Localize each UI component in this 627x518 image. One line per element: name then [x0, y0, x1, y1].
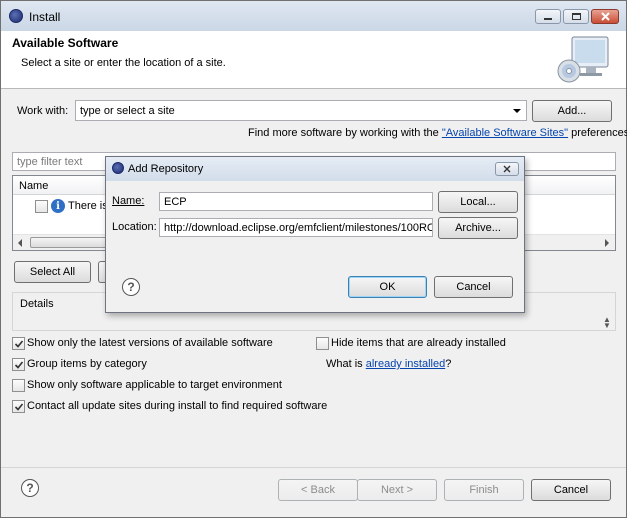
- eclipse-icon: [112, 162, 124, 174]
- name-label-text: Name:: [112, 195, 145, 207]
- dialog-close-button[interactable]: [495, 162, 519, 176]
- window-title: Install: [29, 10, 61, 24]
- close-icon: [503, 165, 511, 173]
- select-all-button[interactable]: Select All: [14, 261, 91, 283]
- option-latest-label: Show only the latest versions of availab…: [27, 337, 273, 349]
- location-label: Location:: [112, 221, 157, 233]
- find-more-text: Find more software by working with the "…: [248, 127, 627, 139]
- checkmark-icon: [14, 402, 23, 411]
- install-window: Install Available Software Select a site…: [0, 0, 627, 518]
- minimize-icon: [544, 18, 552, 20]
- banner: Available Software Select a site or ente…: [1, 31, 626, 89]
- option-group-label: Group items by category: [27, 358, 147, 370]
- footer-separator: [1, 467, 626, 468]
- cancel-button[interactable]: Cancel: [531, 479, 611, 501]
- what-is-prefix: What is: [326, 358, 366, 370]
- option-target-env-label: Show only software applicable to target …: [27, 379, 282, 391]
- eclipse-icon: [9, 9, 23, 23]
- hide-installed-checkbox[interactable]: [316, 337, 329, 350]
- name-input[interactable]: ECP: [159, 192, 433, 211]
- dialog-title-bar[interactable]: Add Repository: [106, 157, 524, 181]
- title-bar[interactable]: Install: [1, 1, 626, 31]
- chevron-down-icon: [513, 109, 521, 113]
- checkmark-icon: [14, 360, 23, 369]
- dialog-title: Add Repository: [128, 163, 204, 175]
- location-input[interactable]: http://download.eclipse.org/emfclient/mi…: [159, 218, 433, 237]
- option-latest-checkbox[interactable]: [12, 337, 25, 350]
- scroll-right-icon[interactable]: [605, 239, 609, 247]
- close-icon: [600, 12, 610, 21]
- option-group-checkbox[interactable]: [12, 358, 25, 371]
- close-button[interactable]: [591, 9, 619, 24]
- row-checkbox[interactable]: [35, 200, 48, 213]
- option-contact-sites-label: Contact all update sites during install …: [27, 400, 328, 412]
- local-button[interactable]: Local...: [438, 191, 518, 213]
- dialog-cancel-button[interactable]: Cancel: [434, 276, 513, 298]
- table-row-text: There is: [68, 200, 108, 212]
- page-subtitle: Select a site or enter the location of a…: [21, 57, 226, 69]
- minimize-button[interactable]: [535, 9, 561, 24]
- what-is-installed-text: What is already installed?: [326, 358, 451, 370]
- what-is-suffix: ?: [445, 358, 452, 370]
- finish-button[interactable]: Finish: [444, 479, 524, 501]
- add-site-button[interactable]: Add...: [532, 100, 612, 122]
- work-with-label: Work with:: [17, 105, 69, 117]
- scrollbar-thumb[interactable]: [30, 237, 110, 248]
- already-installed-link[interactable]: already installed: [366, 358, 446, 370]
- page-title: Available Software: [12, 36, 119, 50]
- next-button[interactable]: Next >: [357, 479, 437, 501]
- add-repository-dialog: Add Repository Name: ECP Local... Locati…: [105, 156, 525, 313]
- ok-button[interactable]: OK: [348, 276, 427, 298]
- back-button[interactable]: < Back: [278, 479, 358, 501]
- monitor-cd-icon: [557, 36, 609, 83]
- column-header-name[interactable]: Name: [19, 180, 48, 192]
- work-with-combo-value: type or select a site: [80, 104, 175, 117]
- hide-installed-label: Hide items that are already installed: [331, 337, 506, 349]
- checkmark-icon: [14, 339, 23, 348]
- option-target-env-checkbox[interactable]: [12, 379, 25, 392]
- maximize-icon: [571, 13, 581, 20]
- work-with-combo[interactable]: type or select a site: [75, 100, 527, 121]
- find-more-prefix: Find more software by working with the: [248, 127, 442, 139]
- available-software-sites-link[interactable]: "Available Software Sites": [442, 127, 568, 139]
- scroll-left-icon[interactable]: [18, 239, 22, 247]
- help-icon[interactable]: ?: [21, 479, 39, 497]
- details-label: Details: [20, 298, 54, 310]
- maximize-button[interactable]: [563, 9, 589, 24]
- find-more-suffix: preferences.: [568, 127, 627, 139]
- dialog-help-icon[interactable]: ?: [122, 278, 140, 296]
- option-contact-sites-checkbox[interactable]: [12, 400, 25, 413]
- archive-button[interactable]: Archive...: [438, 217, 518, 239]
- info-icon: i: [51, 199, 65, 213]
- name-label: Name:: [112, 195, 144, 207]
- details-scroll-icon[interactable]: ▲ ▼: [603, 316, 611, 330]
